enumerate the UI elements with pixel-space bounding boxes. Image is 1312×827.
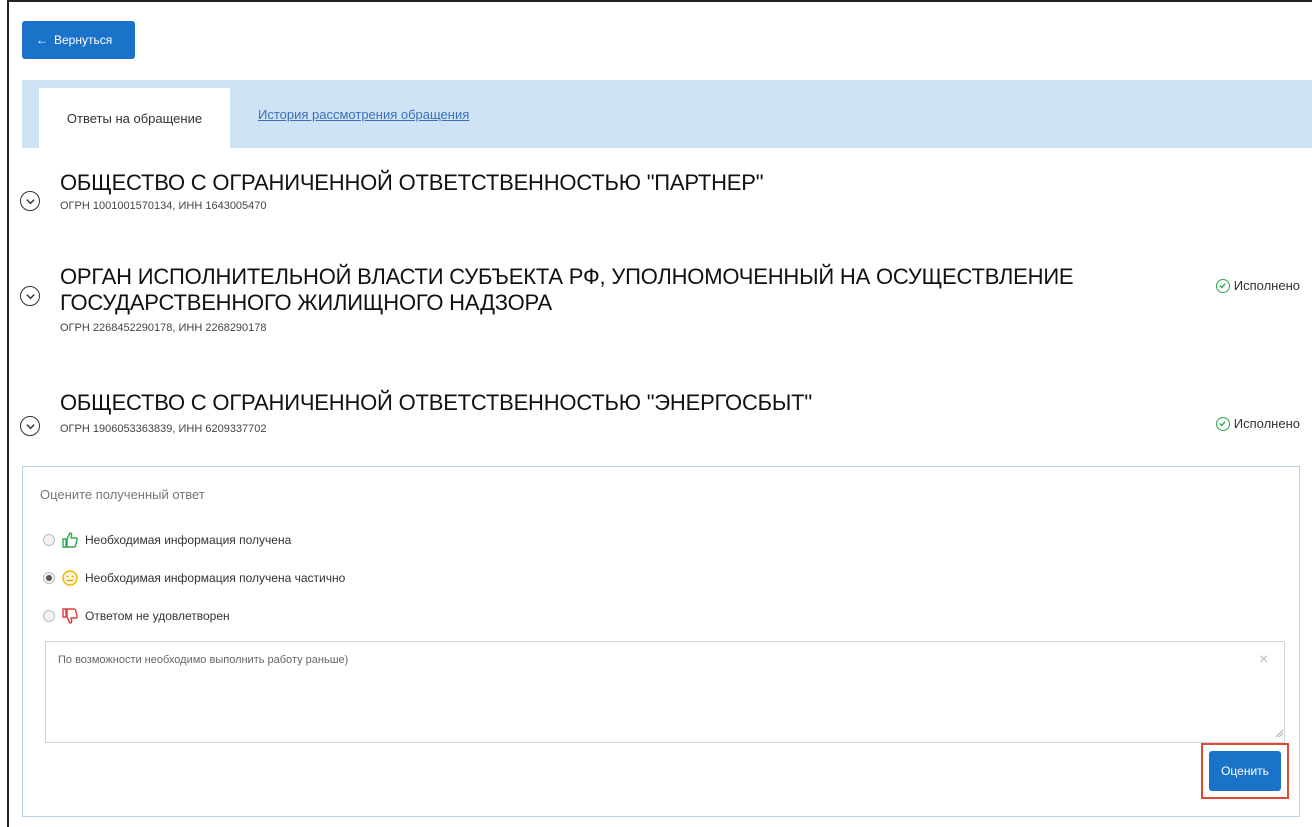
chevron-down-icon[interactable] (20, 416, 40, 436)
org-item-partner: ОБЩЕСТВО С ОГРАНИЧЕННОЙ ОТВЕТСТВЕННОСТЬЮ… (20, 166, 1312, 226)
rating-option-received[interactable]: Необходимая информация получена (43, 531, 291, 549)
back-button-label: Вернуться (54, 33, 113, 47)
radio-button[interactable] (43, 534, 55, 546)
submit-rating-button[interactable]: Оценить (1209, 751, 1281, 791)
status-badge: Исполнено (1215, 416, 1300, 431)
tab-bar: Ответы на обращение История рассмотрения… (22, 80, 1312, 148)
org-details: ОГРН 1001001570134, ИНН 1643005470 (60, 200, 267, 212)
rating-label: Оцените полученный ответ (40, 487, 205, 502)
tab-history-label: История рассмотрения обращения (258, 106, 470, 122)
submit-highlight: Оценить (1201, 743, 1289, 799)
status-badge: Исполнено (1215, 278, 1300, 293)
tab-answers-label: Ответы на обращение (66, 110, 203, 126)
rating-option-label: Необходимая информация получена (85, 533, 292, 547)
org-title: ОБЩЕСТВО С ОГРАНИЧЕННОЙ ОТВЕТСТВЕННОСТЬЮ… (60, 390, 812, 415)
tab-answers[interactable]: Ответы на обращение (39, 88, 230, 148)
status-label: Исполнено (1233, 278, 1300, 293)
tab-history[interactable]: История рассмотрения обращения (258, 88, 469, 140)
radio-button-selected[interactable] (43, 572, 55, 584)
rating-option-partial[interactable]: Необходимая информация получена частично (43, 569, 345, 587)
org-item-housing-authority: ОРГАН ИСПОЛНИТЕЛЬНОЙ ВЛАСТИ СУБЪЕКТА РФ,… (20, 264, 1312, 344)
radio-button[interactable] (43, 610, 55, 622)
chevron-down-icon[interactable] (20, 191, 40, 211)
neutral-face-icon (61, 569, 79, 587)
resize-grip-icon[interactable] (1275, 729, 1283, 737)
arrow-left-icon: ← (36, 33, 48, 47)
chevron-down-icon[interactable] (20, 286, 40, 306)
org-title: ОБЩЕСТВО С ОГРАНИЧЕННОЙ ОТВЕТСТВЕННОСТЬЮ… (60, 170, 764, 195)
org-details: ОГРН 1906053363839, ИНН 6209337702 (60, 423, 267, 435)
thumbs-up-icon (61, 531, 79, 549)
comment-textarea[interactable]: По возможности необходимо выполнить рабо… (45, 641, 1285, 743)
check-circle-icon (1215, 278, 1230, 293)
rating-option-label: Ответом не удовлетворен (85, 609, 230, 623)
org-item-energosbyt: ОБЩЕСТВО С ОГРАНИЧЕННОЙ ОТВЕТСТВЕННОСТЬЮ… (20, 386, 1312, 446)
rating-panel: Оцените полученный ответ Необходимая инф… (22, 466, 1300, 817)
thumbs-down-icon (61, 607, 79, 625)
clear-icon[interactable]: × (1259, 651, 1268, 669)
rating-option-unsatisfied[interactable]: Ответом не удовлетворен (43, 607, 230, 625)
back-button[interactable]: ← Вернуться (22, 21, 135, 59)
rating-option-label: Необходимая информация получена частично (85, 571, 346, 585)
org-details: ОГРН 2268452290178, ИНН 2268290178 (60, 322, 267, 334)
check-circle-icon (1215, 416, 1230, 431)
status-label: Исполнено (1233, 416, 1300, 431)
org-title: ОРГАН ИСПОЛНИТЕЛЬНОЙ ВЛАСТИ СУБЪЕКТА РФ,… (60, 264, 1074, 315)
